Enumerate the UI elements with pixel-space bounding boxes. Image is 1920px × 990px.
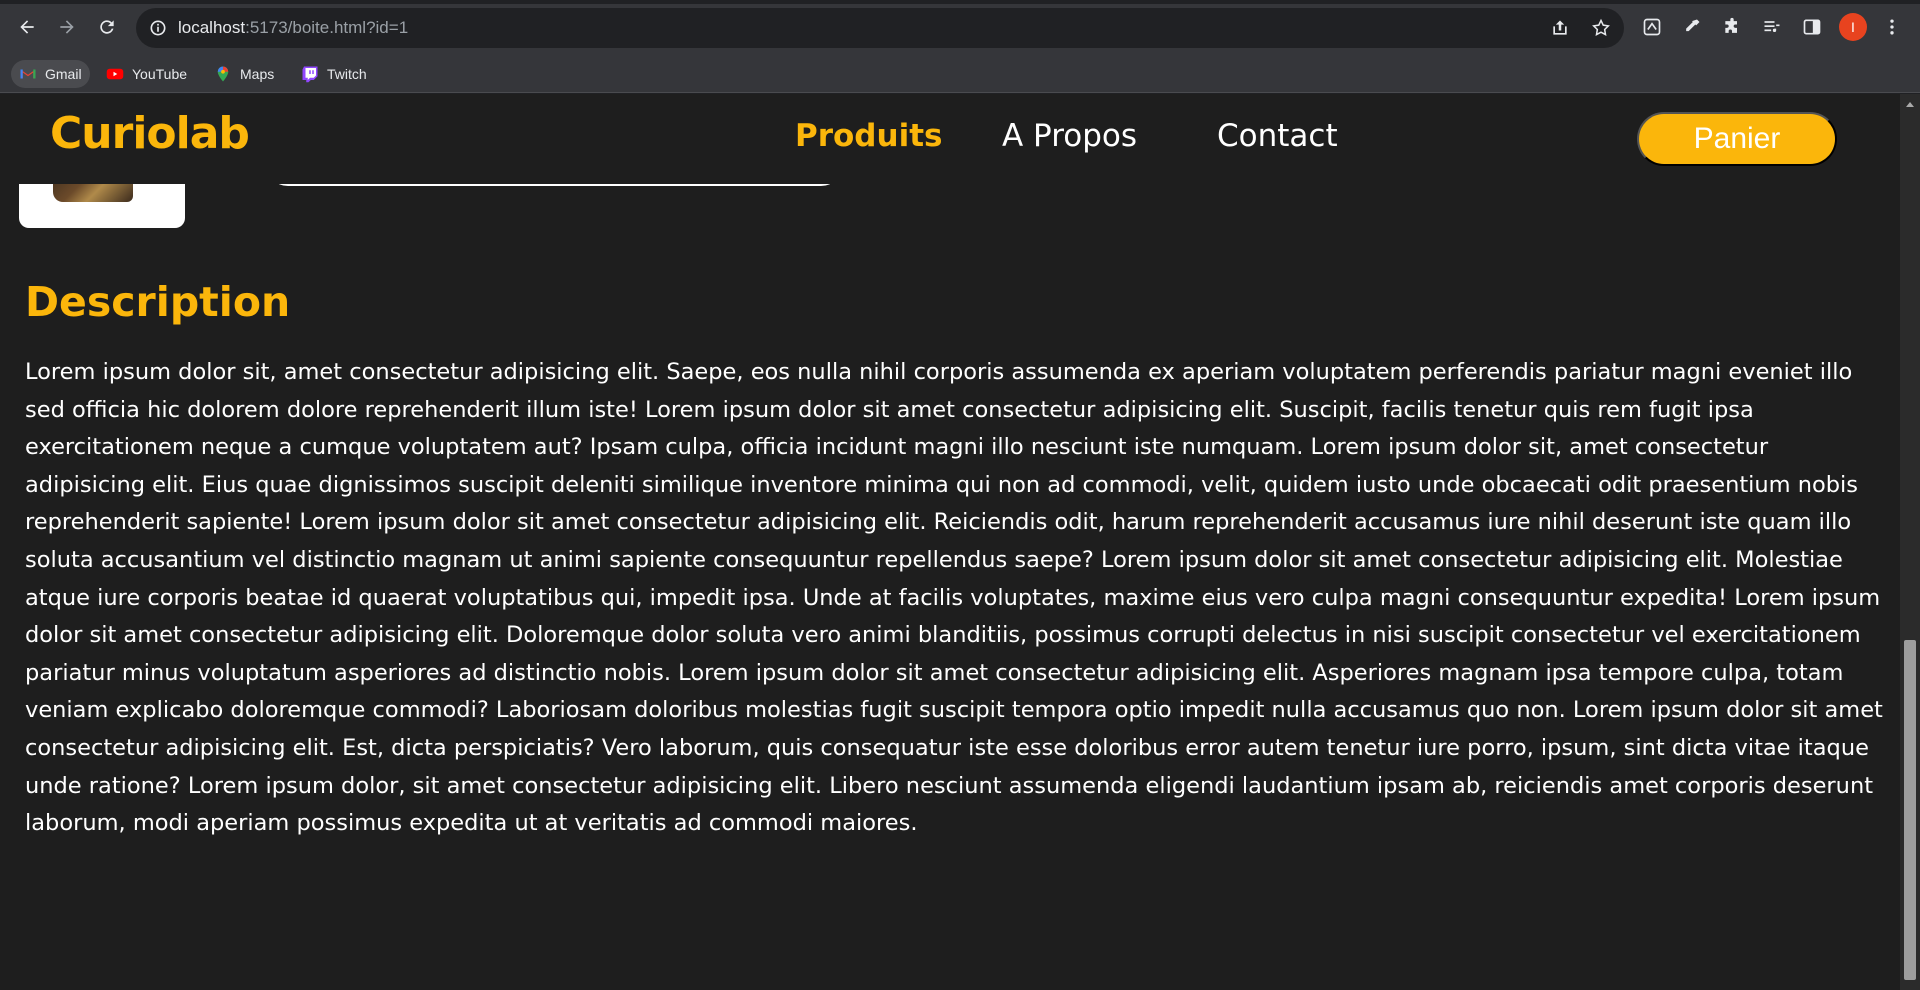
extension-screen-icon[interactable] (1640, 15, 1664, 39)
reload-button[interactable] (93, 13, 121, 41)
url-path: :5173/boite.html?id=1 (245, 18, 409, 37)
youtube-icon (106, 68, 124, 80)
browser-toolbar: localhost:5173/boite.html?id=1 I (0, 0, 1920, 55)
forward-button[interactable] (53, 13, 81, 41)
scrollbar-thumb[interactable] (1904, 640, 1916, 980)
bookmark-label: Twitch (327, 66, 367, 82)
side-panel-icon[interactable] (1800, 15, 1824, 39)
description-heading: Description (25, 278, 291, 326)
bookmark-maps[interactable]: Maps (206, 60, 282, 88)
bookmark-label: Gmail (45, 66, 82, 82)
url-text[interactable]: localhost:5173/boite.html?id=1 (178, 18, 408, 38)
nav-contact[interactable]: Contact (1217, 118, 1338, 154)
twitch-icon (302, 66, 318, 83)
site-logo[interactable]: Curiolab (50, 108, 250, 159)
nav-about[interactable]: A Propos (1002, 118, 1137, 154)
back-button[interactable] (13, 13, 41, 41)
puzzle-extensions-icon[interactable] (1720, 15, 1744, 39)
arrow-right-icon (60, 20, 74, 34)
bookmarks-bar: Gmail YouTube Maps Twitch (0, 55, 1920, 93)
bookmark-label: YouTube (132, 66, 188, 82)
info-icon[interactable] (148, 18, 168, 38)
eyedropper-icon[interactable] (1680, 15, 1704, 39)
reload-icon (100, 20, 114, 34)
cart-button[interactable]: Panier (1637, 112, 1837, 166)
scroll-up-arrow-icon[interactable] (1906, 102, 1914, 107)
gmail-icon (20, 69, 36, 79)
arrow-left-icon (20, 20, 34, 34)
maps-pin-icon (217, 66, 229, 82)
page-viewport: Curiolab Produits A Propos Contact Panie… (0, 94, 1900, 990)
share-icon[interactable] (1550, 18, 1570, 38)
kebab-menu-icon[interactable] (1880, 15, 1904, 39)
bookmark-star-icon[interactable] (1591, 18, 1611, 38)
profile-avatar[interactable]: I (1839, 13, 1867, 41)
bookmark-youtube[interactable]: YouTube (98, 60, 195, 88)
bookmark-twitch[interactable]: Twitch (293, 60, 375, 88)
bookmark-gmail[interactable]: Gmail (11, 60, 90, 88)
url-host: localhost (178, 18, 246, 37)
bookmark-label: Maps (240, 66, 275, 82)
nav-products[interactable]: Produits (795, 118, 942, 154)
address-bar[interactable]: localhost:5173/boite.html?id=1 (136, 8, 1624, 48)
site-header: Curiolab Produits A Propos Contact Panie… (0, 94, 1900, 184)
description-text: Lorem ipsum dolor sit, amet consectetur … (25, 359, 1883, 837)
media-queue-icon[interactable] (1760, 15, 1784, 39)
page-scrollbar[interactable] (1900, 94, 1920, 990)
